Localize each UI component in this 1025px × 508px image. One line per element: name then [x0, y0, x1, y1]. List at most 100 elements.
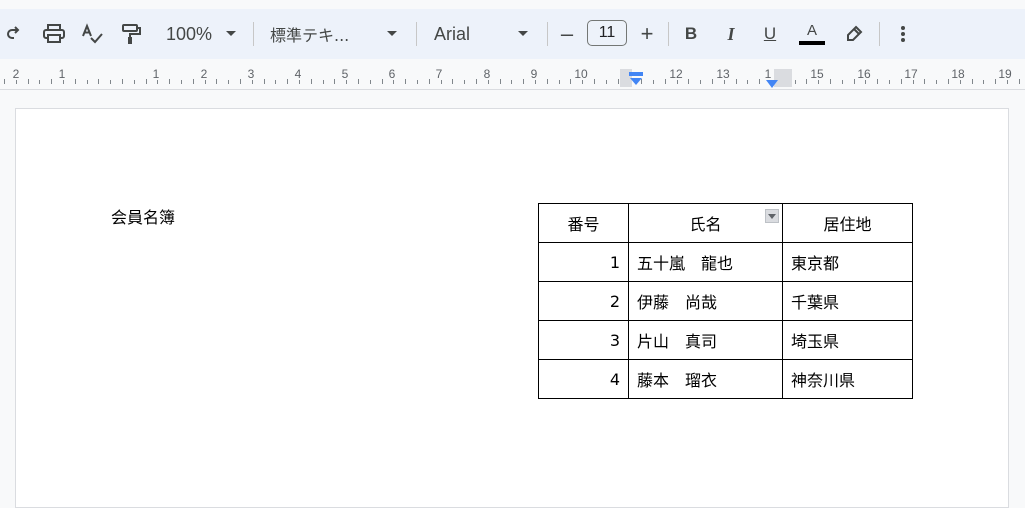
style-select[interactable]: 標準テキ... [270, 9, 360, 59]
ruler-tick [924, 79, 925, 84]
ruler-number: 6 [388, 67, 396, 81]
ruler-tick [216, 79, 217, 84]
ruler-tick [405, 79, 406, 84]
ruler-tick [877, 79, 878, 84]
ruler-number: 16 [857, 67, 871, 81]
right-indent-marker[interactable] [765, 74, 779, 93]
decrease-font-size-button[interactable]: – [556, 9, 578, 59]
ruler-number: 5 [341, 67, 349, 81]
header-residence[interactable]: 居住地 [782, 203, 913, 243]
header-number[interactable]: 番号 [538, 203, 629, 243]
plus-icon: + [640, 21, 654, 46]
font-chevron-down-icon[interactable] [514, 9, 532, 59]
ruler-number: 18 [951, 67, 965, 81]
cell-number[interactable]: 1 [538, 242, 629, 282]
ruler-tick [358, 79, 359, 84]
minus-icon: – [560, 21, 574, 46]
ruler-tick [570, 79, 571, 84]
ruler-tick [901, 79, 902, 84]
ruler-tick [606, 80, 607, 84]
ruler-number: 8 [483, 67, 491, 81]
cell-name[interactable]: 五十嵐 龍也 [628, 242, 783, 282]
cell-number[interactable]: 2 [538, 281, 629, 321]
cell-name[interactable]: 藤本 瑠衣 [628, 359, 783, 399]
text-color-button[interactable]: A [797, 9, 827, 59]
cell-residence[interactable]: 埼玉県 [782, 320, 913, 360]
ruler-tick [275, 80, 276, 84]
ruler-tick [452, 79, 453, 84]
ruler-tick [240, 79, 241, 84]
increase-font-size-button[interactable]: + [636, 9, 658, 59]
ruler-number: 7 [435, 67, 443, 81]
ruler-number: 13 [716, 67, 730, 81]
ruler-tick [287, 79, 288, 84]
ruler-tick [854, 79, 855, 84]
ruler-tick [110, 80, 111, 84]
ruler-tick [87, 80, 88, 84]
ruler-tick [665, 79, 666, 84]
ruler-tick [464, 80, 465, 84]
ruler-number: 9 [530, 67, 538, 81]
ruler-number: 2 [12, 67, 20, 81]
cell-number[interactable]: 4 [538, 359, 629, 399]
ruler-tick [653, 80, 654, 84]
ruler-tick [747, 80, 748, 84]
ruler-tick [972, 79, 973, 84]
toolbar-divider [416, 22, 417, 46]
ruler-number: 12 [669, 67, 683, 81]
underline-button[interactable]: U [759, 9, 781, 59]
toolbar: 100% 標準テキ... Arial – 11 + B I U A [0, 9, 1025, 59]
ruler-number: 17 [904, 67, 918, 81]
cell-residence[interactable]: 神奈川県 [782, 359, 913, 399]
spellcheck-icon[interactable] [80, 9, 104, 59]
header-name[interactable]: 氏名 [628, 203, 783, 243]
ruler-number: 15 [810, 67, 824, 81]
more-vert-icon[interactable] [894, 9, 912, 59]
font-select[interactable]: Arial [434, 9, 504, 59]
zoom-select[interactable]: 100% [160, 9, 218, 59]
chevron-down-icon[interactable] [765, 209, 779, 223]
members-table[interactable]: 番号 氏名 居住地 1 五十嵐 龍也 東京都 2 伊藤 尚哉 千葉県 3 片山 … [538, 203, 913, 399]
ruler-tick [523, 79, 524, 84]
cell-residence[interactable]: 東京都 [782, 242, 913, 282]
ruler-tick [476, 79, 477, 84]
paint-format-icon[interactable] [119, 9, 143, 59]
cell-name[interactable]: 片山 真司 [628, 320, 783, 360]
horizontal-ruler[interactable]: 2 1 1 2 3 4 5 6 7 8 9 10 12 13 1 15 16 17 18 19 [0, 59, 1025, 90]
cell-number[interactable]: 3 [538, 320, 629, 360]
table-header-row: 番号 氏名 居住地 [538, 203, 913, 243]
ruler-tick [559, 80, 560, 84]
ruler-tick [806, 79, 807, 84]
ruler-number: 1 [58, 67, 66, 81]
bold-button[interactable]: B [680, 9, 702, 59]
ruler-number: 1 [152, 67, 160, 81]
highlight-pen-icon[interactable] [843, 9, 865, 59]
italic-button[interactable]: I [720, 9, 742, 59]
style-chevron-down-icon[interactable] [383, 9, 401, 59]
cell-residence[interactable]: 千葉県 [782, 281, 913, 321]
first-line-indent-marker[interactable] [629, 71, 643, 90]
zoom-value: 100% [165, 23, 213, 44]
underline-icon: U [763, 24, 777, 43]
toolbar-divider [879, 22, 880, 46]
ruler-tick [228, 80, 229, 84]
ruler-tick [618, 79, 619, 84]
redo-icon[interactable] [2, 9, 26, 59]
ruler-tick [830, 79, 831, 84]
ruler-tick [948, 79, 949, 84]
font-size-input[interactable]: 11 [587, 20, 627, 46]
ruler-tick [983, 80, 984, 84]
zoom-chevron-down-icon[interactable] [222, 9, 240, 59]
ruler-tick [28, 79, 29, 84]
ruler-number: 19 [998, 67, 1012, 81]
italic-icon: I [727, 23, 735, 44]
text-color-icon: A [806, 22, 817, 39]
ruler-tick [193, 79, 194, 84]
style-value: 標準テキ... [270, 26, 350, 45]
ruler-tick [688, 79, 689, 84]
print-icon[interactable] [42, 9, 66, 59]
ruler-tick [134, 80, 135, 84]
ruler-tick [700, 80, 701, 84]
cell-name[interactable]: 伊藤 尚哉 [628, 281, 783, 321]
ruler-tick [4, 79, 5, 84]
